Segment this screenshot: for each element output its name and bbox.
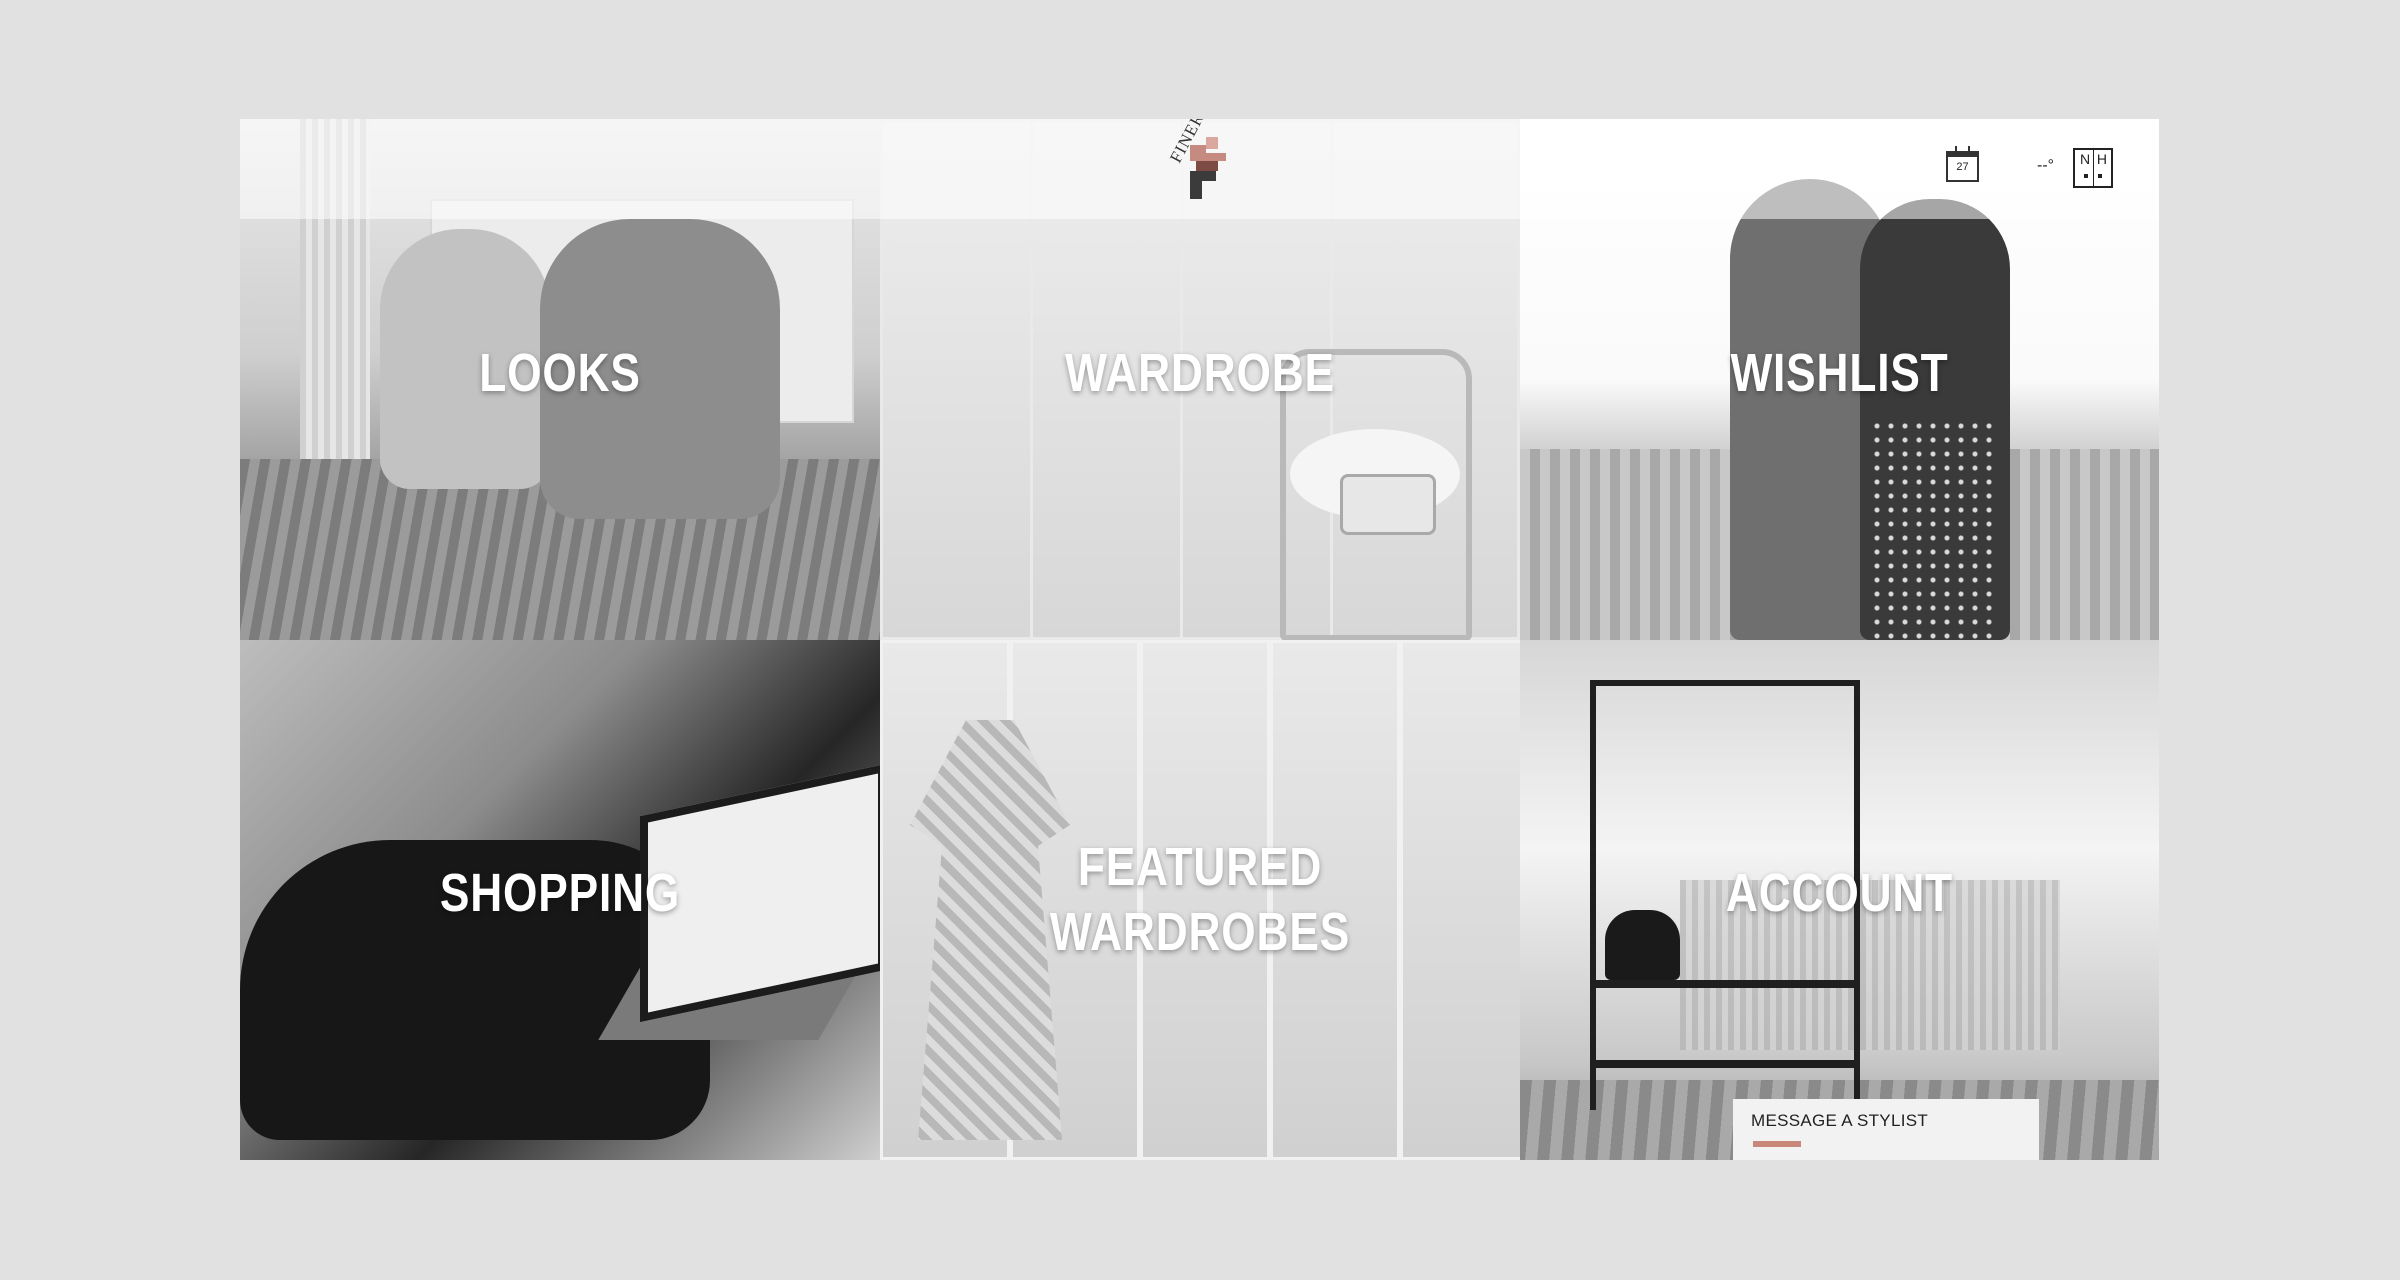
nh-dot — [2084, 174, 2088, 178]
handbag-decor — [1340, 474, 1436, 535]
tile-shopping[interactable]: SHOPPING — [240, 640, 880, 1160]
message-stylist-label: MESSAGE A STYLIST — [1751, 1111, 1929, 1130]
nh-dot — [2098, 174, 2102, 178]
tile-label-shopping: SHOPPING — [439, 863, 681, 923]
tile-label-looks: LOOKS — [479, 343, 641, 403]
top-bar: FINERY 27 --° N H — [240, 119, 2159, 219]
tile-label-wishlist: WISHLIST — [1730, 343, 1949, 403]
tile-label-account: ACCOUNT — [1725, 863, 1954, 923]
tile-label-wardrobe: WARDROBE — [1065, 343, 1335, 403]
tile-grid: LOOKS WARDROBE WISHLIST SHOPPING FEATURE… — [240, 119, 2159, 1160]
calendar-icon[interactable]: 27 — [1946, 146, 1979, 182]
nh-letter-h: H — [2096, 151, 2107, 167]
nh-logo-button[interactable]: N H — [2073, 148, 2113, 188]
rack-shelf — [1590, 1060, 1860, 1068]
tile-label-featured: FEATURED — [1077, 837, 1323, 897]
accent-underline — [1753, 1141, 1801, 1147]
finery-logo[interactable]: FINERY — [1160, 119, 1240, 205]
tile-featured-wardrobes[interactable]: FEATURED WARDROBES — [880, 640, 1520, 1160]
nh-divider — [2093, 150, 2094, 186]
weather-temperature: --° — [2037, 157, 2055, 174]
app-frame: LOOKS WARDROBE WISHLIST SHOPPING FEATURE… — [240, 119, 2159, 1160]
polka-dress-decor — [1870, 419, 2000, 640]
rack-shelf — [1590, 980, 1860, 988]
tile-account[interactable]: ACCOUNT — [1520, 640, 2159, 1160]
message-stylist-button[interactable]: MESSAGE A STYLIST — [1733, 1099, 2039, 1160]
tile-label-wardrobes: WARDROBES — [1049, 902, 1351, 962]
nh-letter-n: N — [2080, 151, 2091, 167]
